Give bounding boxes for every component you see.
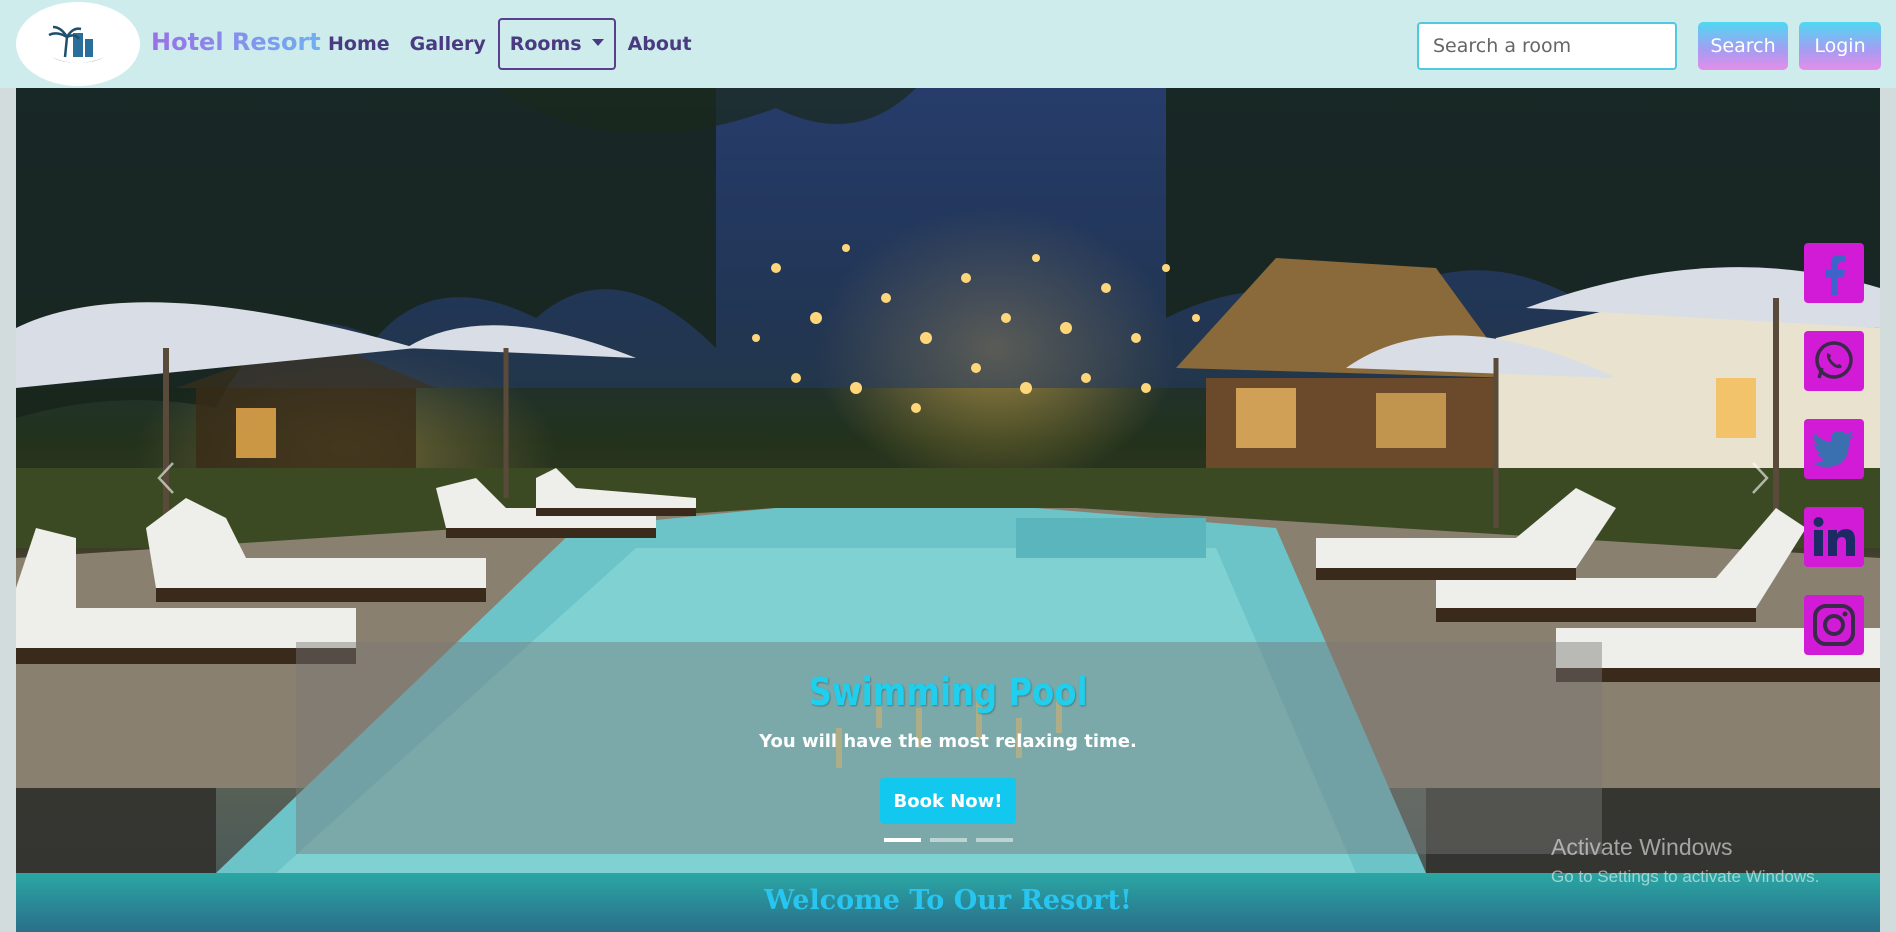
nav-menu: Home Gallery Rooms About (318, 18, 702, 70)
social-links (1804, 243, 1864, 655)
caret-down-icon (591, 38, 604, 46)
search-input[interactable] (1417, 22, 1677, 70)
nav-item-gallery[interactable]: Gallery (400, 33, 496, 55)
palm-hotel-logo-icon (48, 25, 105, 63)
book-now-button[interactable]: Book Now! (880, 778, 1016, 824)
facebook-icon (1825, 255, 1845, 295)
carousel-indicator-1[interactable] (884, 838, 921, 842)
twitter-icon (1813, 431, 1854, 467)
brand-name[interactable]: Hotel Resort (151, 28, 321, 56)
instagram-link[interactable] (1804, 595, 1864, 655)
nav-item-home[interactable]: Home (318, 33, 400, 55)
twitter-link[interactable] (1804, 419, 1864, 479)
welcome-heading: Welcome To Our Resort! (764, 885, 1132, 916)
chevron-right-icon (1752, 462, 1769, 494)
activate-windows-watermark: Activate Windows Go to Settings to activ… (1551, 834, 1819, 887)
caption-title: Swimming Pool (808, 670, 1088, 714)
carousel-indicator-2[interactable] (930, 838, 967, 842)
nav-item-rooms-label: Rooms (509, 33, 582, 55)
instagram-icon (1813, 604, 1855, 646)
whatsapp-icon (1815, 341, 1853, 379)
login-button[interactable]: Login (1799, 22, 1881, 70)
carousel-next-button[interactable] (1740, 448, 1780, 508)
carousel-indicator-3[interactable] (976, 838, 1013, 842)
whatsapp-link[interactable] (1804, 331, 1864, 391)
facebook-link[interactable] (1804, 243, 1864, 303)
linkedin-link[interactable] (1804, 507, 1864, 567)
carousel-indicators (884, 838, 1013, 842)
chevron-left-icon (157, 462, 174, 494)
caption-text: You will have the most relaxing time. (759, 731, 1137, 752)
watermark-title: Activate Windows (1551, 834, 1733, 860)
search-button[interactable]: Search (1698, 22, 1788, 70)
navbar: Hotel Resort Home Gallery Rooms About Se… (0, 0, 1896, 88)
hero-carousel: Swimming Pool You will have the most rel… (16, 88, 1880, 873)
brand-logo[interactable] (16, 2, 140, 86)
watermark-subtitle: Go to Settings to activate Windows. (1551, 867, 1820, 886)
linkedin-icon (1813, 517, 1855, 556)
carousel-prev-button[interactable] (146, 448, 186, 508)
nav-item-rooms-dropdown[interactable]: Rooms (497, 18, 616, 70)
nav-item-about[interactable]: About (618, 33, 702, 55)
